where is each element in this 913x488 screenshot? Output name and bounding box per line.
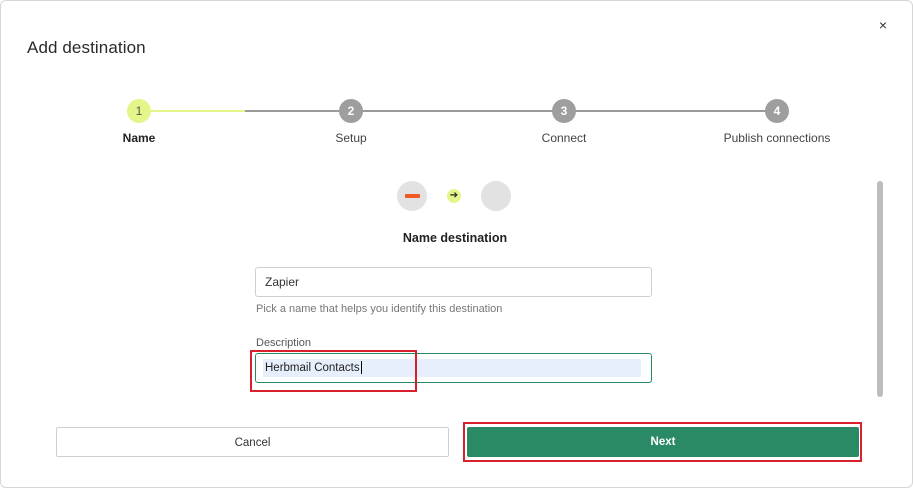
- step-2-label: Setup: [335, 131, 367, 145]
- add-destination-dialog: Add destination × 1 Name 2 Setup 3 Conne…: [0, 0, 913, 488]
- dialog-title: Add destination: [27, 38, 146, 57]
- step-4-label: Publish connections: [723, 131, 831, 145]
- stepper-progress-done: [151, 110, 245, 112]
- next-button[interactable]: Next: [467, 427, 859, 457]
- cancel-button[interactable]: Cancel: [56, 427, 449, 457]
- destination-placeholder-icon: [481, 181, 511, 211]
- arrow-right-icon: ➔: [447, 189, 461, 203]
- stepper-progress-track: [245, 110, 777, 112]
- close-icon[interactable]: ×: [875, 16, 891, 34]
- scrollbar[interactable]: [877, 181, 883, 397]
- name-hint: Pick a name that helps you identify this…: [256, 303, 503, 315]
- step-3-label: Connect: [541, 131, 587, 145]
- step-1-label: Name: [122, 131, 156, 145]
- text-caret: [360, 361, 362, 375]
- description-value: Herbmail Contacts: [265, 361, 362, 375]
- step-1-indicator: 1: [127, 99, 151, 123]
- destination-name-input[interactable]: [255, 267, 652, 297]
- source-logo-mark: [405, 194, 420, 198]
- step-2-indicator: 2: [339, 99, 363, 123]
- section-title: Name destination: [402, 231, 508, 245]
- description-label: Description: [256, 337, 312, 349]
- step-4-indicator: 4: [765, 99, 789, 123]
- step-3-indicator: 3: [552, 99, 576, 123]
